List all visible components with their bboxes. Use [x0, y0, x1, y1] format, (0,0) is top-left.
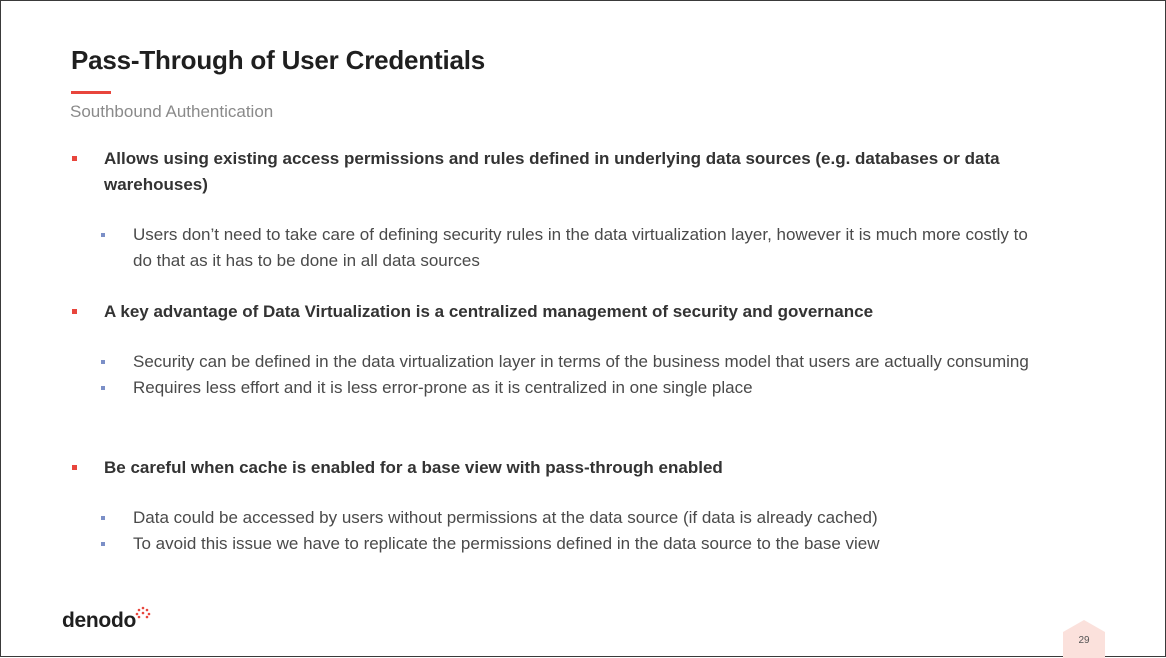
sub-bullet-item: Data could be accessed by users without … [100, 505, 1051, 531]
page-number: 29 [1078, 635, 1090, 646]
sub-bullet-item: Users don’t need to take care of definin… [100, 222, 1051, 274]
red-square-bullet-icon [72, 465, 77, 470]
red-square-bullet-icon [72, 309, 77, 314]
bullet-text: Allows using existing access permissions… [104, 149, 1000, 194]
bullet-list: Allows using existing access permissions… [71, 146, 1051, 557]
sub-bullet-item: Security can be defined in the data virt… [100, 349, 1051, 375]
bullet-text: A key advantage of Data Virtualization i… [104, 302, 874, 321]
bullet-item: A key advantage of Data Virtualization i… [71, 299, 1051, 325]
logo-dots-icon [135, 606, 151, 619]
red-square-bullet-icon [72, 156, 77, 161]
denodo-logo: denodo [62, 609, 137, 632]
blue-square-bullet-icon [101, 516, 105, 520]
sub-bullet-text: Data could be accessed by users without … [133, 508, 878, 527]
sub-bullet-text: Users don’t need to take care of definin… [133, 225, 1028, 270]
slide-subtitle: Southbound Authentication [70, 102, 274, 121]
blue-square-bullet-icon [101, 233, 105, 237]
blue-square-bullet-icon [101, 360, 105, 364]
sub-bullet-text: Security can be defined in the data virt… [133, 352, 1029, 371]
blue-square-bullet-icon [101, 386, 105, 390]
bullet-item: Be careful when cache is enabled for a b… [71, 455, 1051, 481]
title-accent-bar [71, 91, 111, 94]
sub-bullet-item: To avoid this issue we have to replicate… [100, 531, 1051, 557]
blue-square-bullet-icon [101, 542, 105, 546]
sub-bullet-text: Requires less effort and it is less erro… [133, 378, 753, 397]
bullet-item: Allows using existing access permissions… [71, 146, 1051, 198]
page-number-badge: 29 [1063, 620, 1105, 658]
slide-title: Pass-Through of User Credentials [71, 45, 486, 75]
sub-bullet-item: Requires less effort and it is less erro… [100, 375, 1051, 401]
bullet-text: Be careful when cache is enabled for a b… [104, 458, 723, 477]
slide: Pass-Through of User Credentials Southbo… [0, 0, 1166, 658]
sub-bullet-text: To avoid this issue we have to replicate… [133, 534, 880, 553]
